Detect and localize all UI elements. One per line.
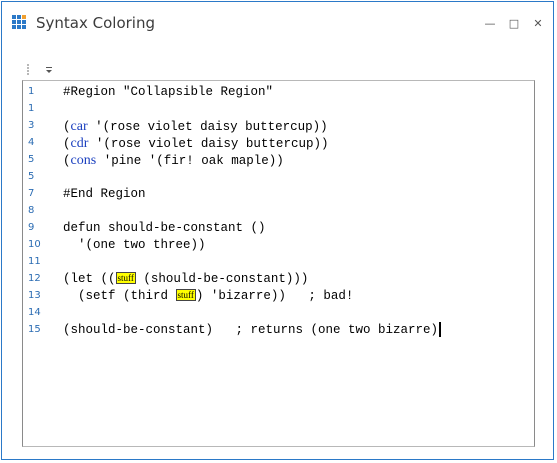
code-token: ( — [63, 154, 71, 168]
code-text: (setf (third stuff) 'bizarre)) ; bad! — [63, 288, 353, 305]
code-token: defun should-be-constant () — [63, 221, 266, 235]
code-text: (should-be-constant) ; returns (one two … — [63, 322, 442, 339]
code-token: ( — [63, 137, 71, 151]
code-token: #End Region — [63, 187, 146, 201]
window-controls: — □ ✕ — [483, 14, 545, 32]
code-text: (car '(rose violet daisy buttercup)) — [63, 118, 328, 136]
code-text: '(one two three)) — [63, 237, 206, 254]
code-line[interactable]: 4 (cdr '(rose violet daisy buttercup)) — [23, 135, 534, 152]
code-token: (should-be-constant))) — [135, 272, 309, 286]
code-line[interactable]: 11 — [23, 254, 534, 271]
line-number: 15 — [28, 324, 41, 335]
line-number: 10 — [28, 239, 41, 250]
line-number: 13 — [28, 290, 41, 301]
line-number: 5 — [28, 154, 35, 165]
code-text: #Region "Collapsible Region" — [63, 84, 273, 101]
text-caret — [439, 322, 442, 338]
code-line[interactable]: 13 (setf (third stuff) 'bizarre)) ; bad! — [23, 288, 534, 305]
code-line[interactable]: 8 — [23, 203, 534, 220]
code-line[interactable]: 10 '(one two three)) — [23, 237, 534, 254]
code-line[interactable]: 7 #End Region — [23, 186, 534, 203]
line-number: 5 — [28, 171, 35, 182]
code-token: ) 'bizarre)) ; bad! — [195, 289, 354, 303]
title-bar[interactable]: Syntax Coloring — □ ✕ — [2, 2, 553, 42]
code-token: '(rose violet daisy buttercup)) — [88, 137, 329, 151]
line-number: 12 — [28, 273, 41, 284]
editor-toolbar — [22, 64, 535, 78]
code-line[interactable]: 1 — [23, 101, 534, 118]
line-number: 4 — [28, 137, 35, 148]
code-token: ( — [63, 120, 71, 134]
highlighted-token: stuff — [175, 289, 196, 301]
code-token: 'pine '(fir! oak maple)) — [96, 154, 284, 168]
window-title: Syntax Coloring — [36, 14, 155, 32]
code-line[interactable]: 1 #Region "Collapsible Region" — [23, 84, 534, 101]
maximize-button[interactable]: □ — [507, 16, 521, 30]
code-token: '(rose violet daisy buttercup)) — [87, 120, 328, 134]
minimize-button[interactable]: — — [483, 16, 497, 30]
line-number: 1 — [28, 103, 35, 114]
code-token: (setf (third — [63, 289, 176, 303]
code-line[interactable]: 5 (cons 'pine '(fir! oak maple)) — [23, 152, 534, 169]
code-text: (let ((stuff (should-be-constant))) — [63, 271, 308, 288]
close-button[interactable]: ✕ — [531, 16, 545, 30]
code-line[interactable]: 14 — [23, 305, 534, 322]
chevron-down-icon[interactable] — [44, 66, 54, 76]
keyword-token: cdr — [70, 136, 89, 151]
toolbar-grip-icon[interactable] — [26, 64, 30, 78]
code-text: (cons 'pine '(fir! oak maple)) — [63, 152, 284, 170]
code-line[interactable]: 15 (should-be-constant) ; returns (one tw… — [23, 322, 534, 339]
app-grid-icon — [12, 15, 26, 29]
line-number: 11 — [28, 256, 41, 267]
code-text: #End Region — [63, 186, 146, 203]
code-token: (let (( — [63, 272, 116, 286]
code-line[interactable]: 12 (let ((stuff (should-be-constant))) — [23, 271, 534, 288]
line-number: 7 — [28, 188, 35, 199]
keyword-token: car — [70, 119, 88, 134]
code-token: '(one two three)) — [63, 238, 206, 252]
code-token: #Region "Collapsible Region" — [63, 85, 274, 99]
keyword-token: cons — [70, 153, 97, 168]
line-number: 1 — [28, 86, 35, 97]
code-token: (should-be-constant) ; returns (one two … — [63, 323, 439, 337]
syntax-coloring-window: Syntax Coloring — □ ✕ 1 #Region "Collapsi… — [1, 1, 554, 460]
line-number: 8 — [28, 205, 35, 216]
line-number: 9 — [28, 222, 35, 233]
code-editor[interactable]: 1 #Region "Collapsible Region" 1 3 (car '(ro… — [22, 80, 535, 447]
code-text: (cdr '(rose violet daisy buttercup)) — [63, 135, 328, 153]
line-number: 3 — [28, 120, 35, 131]
code-text: defun should-be-constant () — [63, 220, 266, 237]
code-line[interactable]: 9 defun should-be-constant () — [23, 220, 534, 237]
code-line[interactable]: 5 — [23, 169, 534, 186]
line-number: 14 — [28, 307, 41, 318]
highlighted-token: stuff — [115, 272, 136, 284]
code-line[interactable]: 3 (car '(rose violet daisy buttercup)) — [23, 118, 534, 135]
